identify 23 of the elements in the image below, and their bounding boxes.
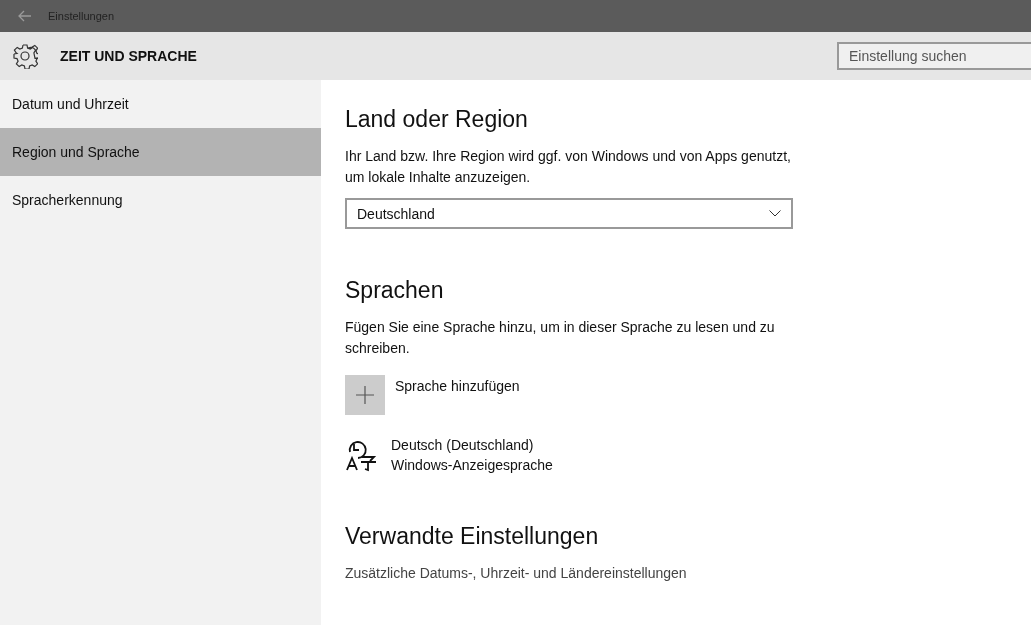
page-title: ZEIT UND SPRACHE bbox=[60, 48, 197, 64]
settings-icon bbox=[12, 43, 38, 69]
sidebar-item[interactable]: Region und Sprache bbox=[0, 128, 321, 176]
language-icon bbox=[345, 438, 379, 472]
language-item[interactable]: Deutsch (Deutschland) Windows-Anzeigesprache bbox=[345, 435, 805, 475]
sidebar-item[interactable]: Spracherkennung bbox=[0, 176, 321, 224]
back-arrow-icon[interactable] bbox=[18, 10, 32, 22]
add-language-link[interactable]: Sprache hinzufügen bbox=[395, 378, 520, 415]
section-heading: Verwandte Einstellungen bbox=[345, 522, 600, 551]
language-name: Deutsch (Deutschland) bbox=[391, 436, 535, 455]
description-text: Ihr Land bzw. Ihre Region wird ggf. von Windows und von Apps genutzt, um lokale Inhalte anzuzeigen. bbox=[345, 147, 792, 187]
country-dropdown[interactable]: Deutschland bbox=[345, 198, 793, 229]
add-language-button[interactable] bbox=[345, 375, 385, 415]
settings-link[interactable]: Zusätzliche Datums-, Uhrzeit- und Ländereinstellungen bbox=[345, 565, 805, 581]
sidebar-item[interactable]: Datum und Uhrzeit bbox=[0, 80, 321, 128]
description-text: Fügen Sie eine Sprache hinzu, um in dieser Sprache zu lesen und zu schreiben. bbox=[345, 318, 776, 358]
chevron-down-icon bbox=[769, 210, 781, 217]
section-heading: Sprachen bbox=[345, 276, 445, 305]
section-heading: Land oder Region bbox=[345, 105, 529, 134]
language-detail: Windows-Anzeigesprache bbox=[391, 456, 553, 475]
window-title: Einstellungen bbox=[48, 10, 115, 22]
plus-icon bbox=[356, 386, 374, 404]
search-field[interactable]: Einstellung suchen bbox=[837, 42, 1031, 70]
